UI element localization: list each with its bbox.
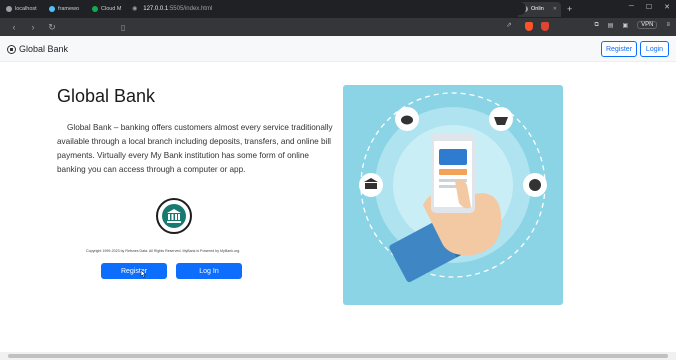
site-navbar: Global Bank Register Login: [0, 36, 676, 62]
window-controls: ─ ☐ ✕: [629, 3, 670, 11]
tab-label: Cloud M: [101, 6, 122, 12]
minimize-icon[interactable]: ─: [629, 3, 634, 11]
tab-favicon-icon: [49, 6, 55, 12]
nav-login-button[interactable]: Login: [640, 41, 669, 57]
scrollbar-thumb[interactable]: [8, 354, 668, 358]
bank-logo-inner: [162, 204, 186, 228]
tab-label: Onlin: [531, 6, 544, 12]
bank-icon: [7, 44, 16, 54]
tab-favicon-icon: [92, 6, 98, 12]
menu-icon[interactable]: ≡: [666, 22, 670, 28]
sidebar-icon[interactable]: ▤: [608, 22, 614, 29]
login-button[interactable]: Log In: [176, 263, 242, 279]
copyright-text: Copyright 1999-2023 by Refsnes Data. All…: [86, 249, 241, 253]
brand-label: Global Bank: [19, 44, 69, 54]
horizontal-scrollbar[interactable]: [0, 352, 676, 360]
page-title: Global Bank: [57, 86, 156, 106]
wallet-icon[interactable]: ▣: [622, 22, 628, 29]
register-button[interactable]: Register: [101, 263, 167, 279]
brave-rewards-icon[interactable]: [541, 22, 549, 31]
tab-favicon-icon: [6, 6, 12, 12]
address-bar[interactable]: ◉ 127.0.0.1:5505/index.html: [126, 2, 526, 15]
browser-right-controls: ⧉ ▤ ▣ VPN ≡: [595, 21, 670, 29]
online-banking-illustration: [359, 92, 547, 283]
back-icon[interactable]: ‹: [9, 22, 19, 32]
share-icon[interactable]: ⇗: [506, 21, 512, 29]
browser-tab[interactable]: localhost: [2, 2, 45, 17]
close-tab-icon[interactable]: ✕: [553, 6, 557, 12]
navbar-brand[interactable]: Global Bank: [7, 44, 68, 54]
maximize-icon[interactable]: ☐: [646, 3, 652, 11]
url-text: 127.0.0.1:5505/index.html: [143, 5, 213, 12]
hero-illustration: [343, 85, 563, 305]
forward-icon[interactable]: ›: [28, 22, 38, 32]
new-tab-icon[interactable]: +: [567, 4, 572, 14]
extensions-icon[interactable]: ⧉: [595, 22, 599, 29]
reload-icon[interactable]: ↻: [47, 22, 57, 33]
tab-label: framewo: [58, 6, 80, 12]
bank-building-icon: [167, 209, 181, 223]
brave-shield-icon[interactable]: [525, 22, 533, 31]
browser-tab[interactable]: framewo: [45, 2, 88, 17]
bookmark-icon[interactable]: ▯: [121, 23, 125, 32]
mouse-cursor-icon: [140, 270, 146, 278]
nav-register-button[interactable]: Register: [601, 41, 637, 57]
close-window-icon[interactable]: ✕: [664, 3, 670, 11]
tab-label: localhost: [15, 6, 37, 12]
bank-logo: [156, 198, 192, 234]
site-info-icon[interactable]: ◉: [132, 5, 137, 12]
vpn-button[interactable]: VPN: [637, 21, 658, 29]
page-description: Global Bank – banking offers customers a…: [57, 123, 333, 174]
browser-toolbar: ‹ › ↻ ▯: [0, 18, 676, 36]
browser-tab[interactable]: Cloud M: [88, 2, 131, 17]
